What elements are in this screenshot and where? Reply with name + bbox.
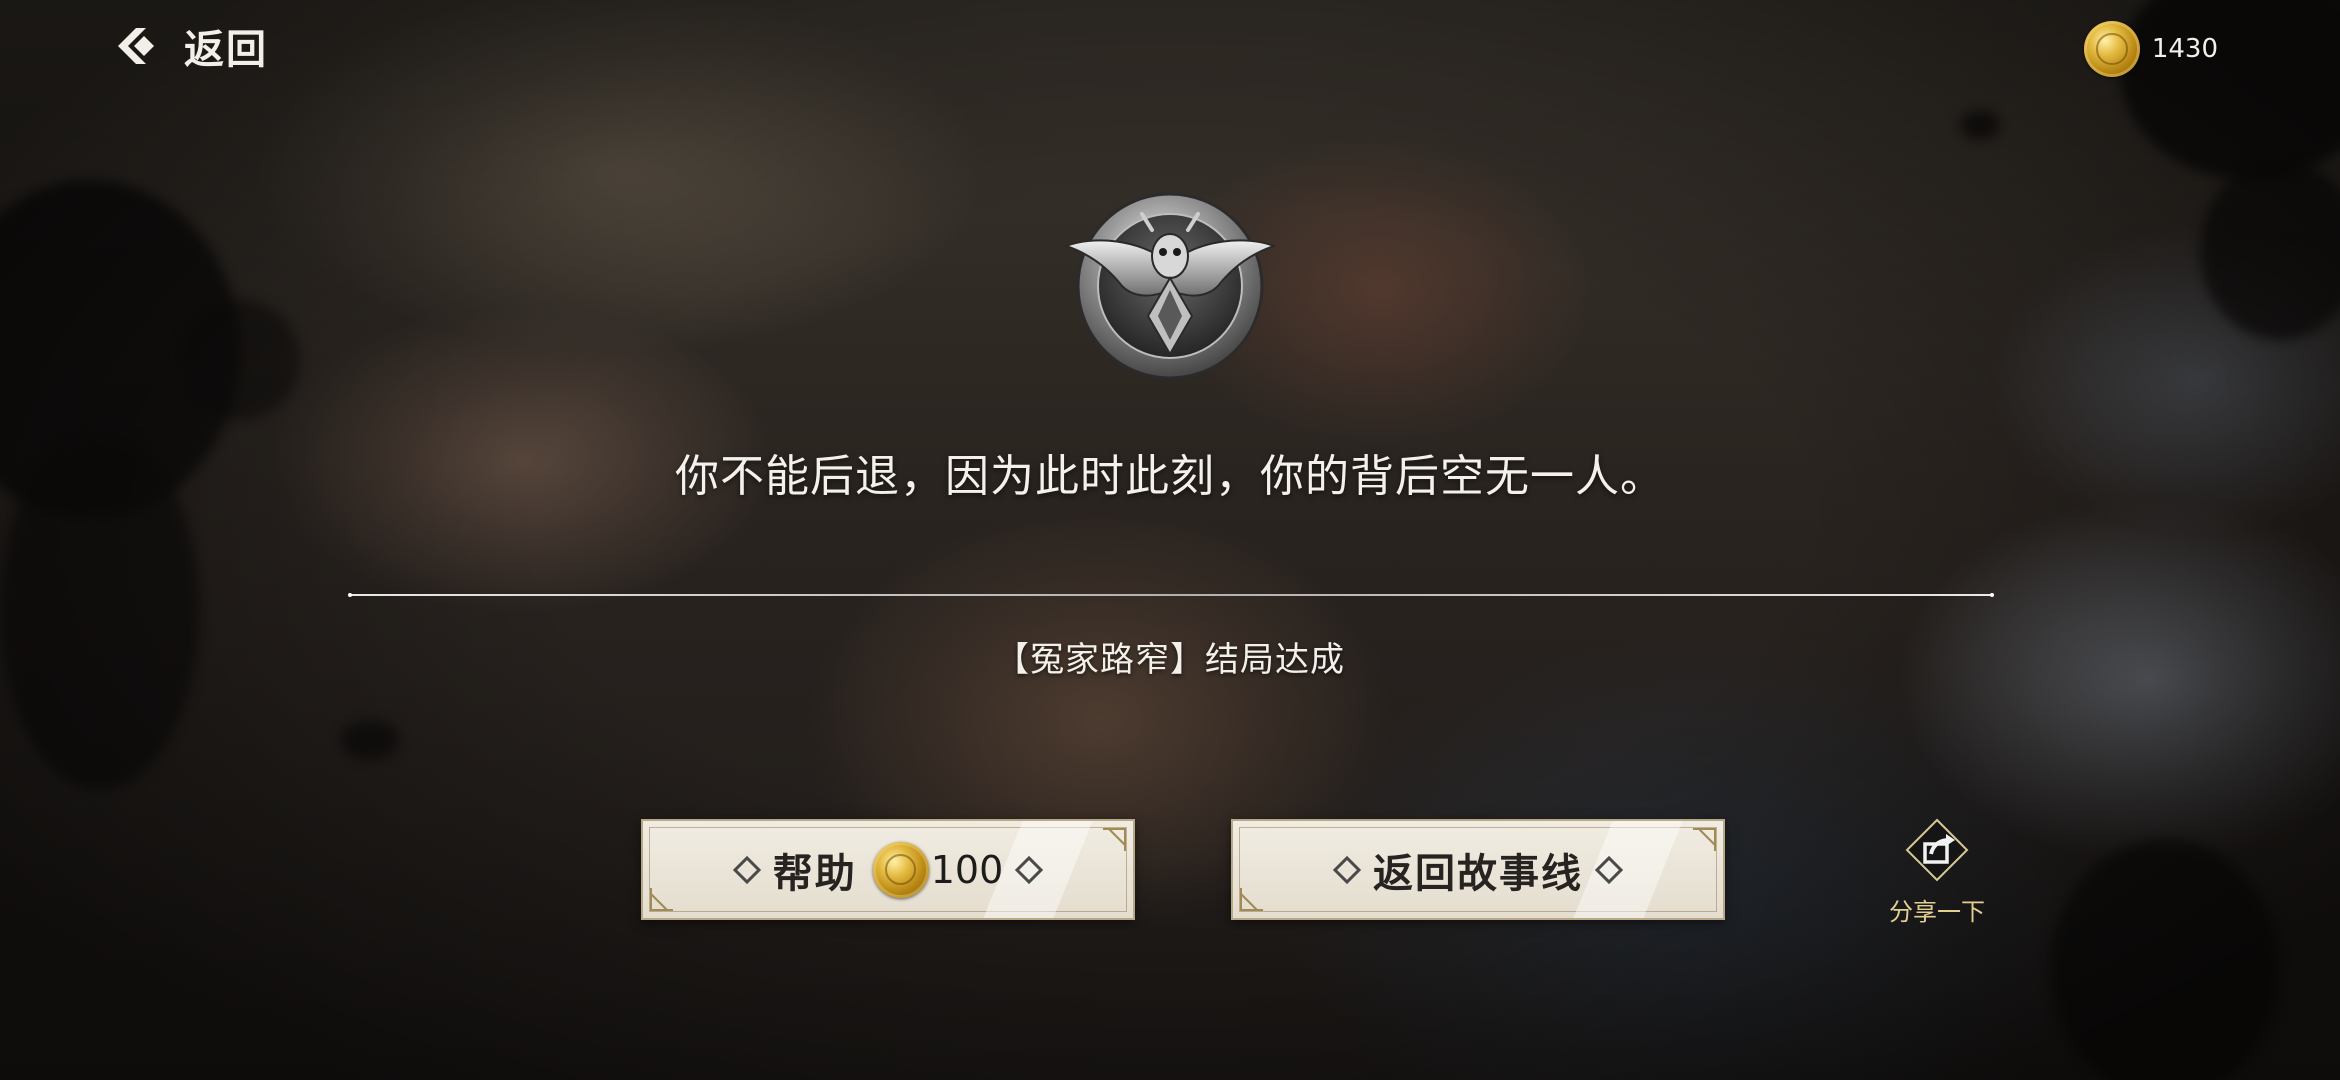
winged-beetle-medal-icon [1063, 192, 1277, 380]
back-button[interactable]: 返回 [112, 18, 268, 74]
chevron-left-icon [118, 28, 154, 64]
corner-ornament-icon [650, 888, 673, 911]
share-arrow-icon [1905, 818, 1969, 882]
return-to-storyline-label: 返回故事线 [1373, 849, 1583, 897]
return-to-storyline-button[interactable]: 返回故事线 [1231, 819, 1725, 920]
gold-coin-icon [872, 841, 929, 898]
help-button[interactable]: 帮助 100 [641, 819, 1135, 920]
ink-splatter [340, 720, 400, 760]
divider-line [350, 594, 1994, 596]
back-label: 返回 [184, 26, 268, 73]
ink-splatter [2050, 840, 2280, 1080]
ending-quote: 你不能后退，因为此时此刻，你的背后空无一人。 [675, 451, 1665, 502]
ink-splatter [180, 300, 300, 420]
help-button-label: 帮助 [772, 849, 857, 897]
currency-value: 1430 [2151, 34, 2218, 64]
divider-end-dot [1990, 593, 1994, 597]
share-button[interactable]: 分享一下 [1880, 808, 1994, 928]
currency-display: 1430 [2083, 20, 2218, 78]
ink-splatter [1960, 110, 2000, 140]
corner-ornament-icon [1693, 828, 1716, 851]
ink-splatter [2200, 160, 2340, 340]
ending-screen: 返回 1430 你不能后退，因为此时此刻，你的背后空无一人。 【冤家路窄】结局达… [0, 0, 2340, 1080]
help-cost: 100 [930, 847, 1004, 892]
diamond-ornament-icon [732, 855, 761, 884]
divider-end-dot [348, 593, 352, 597]
button-sheen [1573, 821, 1683, 918]
corner-ornament-icon [1103, 828, 1126, 851]
share-label: 分享一下 [1889, 898, 1985, 926]
diamond-ornament-icon [1015, 855, 1044, 884]
corner-ornament-icon [1240, 888, 1263, 911]
gold-coin-icon [2083, 21, 2140, 77]
ending-achieved-text: 【冤家路窄】结局达成 [995, 640, 1345, 680]
diamond-ornament-icon [1594, 855, 1624, 884]
diamond-ornament-icon [1332, 855, 1362, 884]
